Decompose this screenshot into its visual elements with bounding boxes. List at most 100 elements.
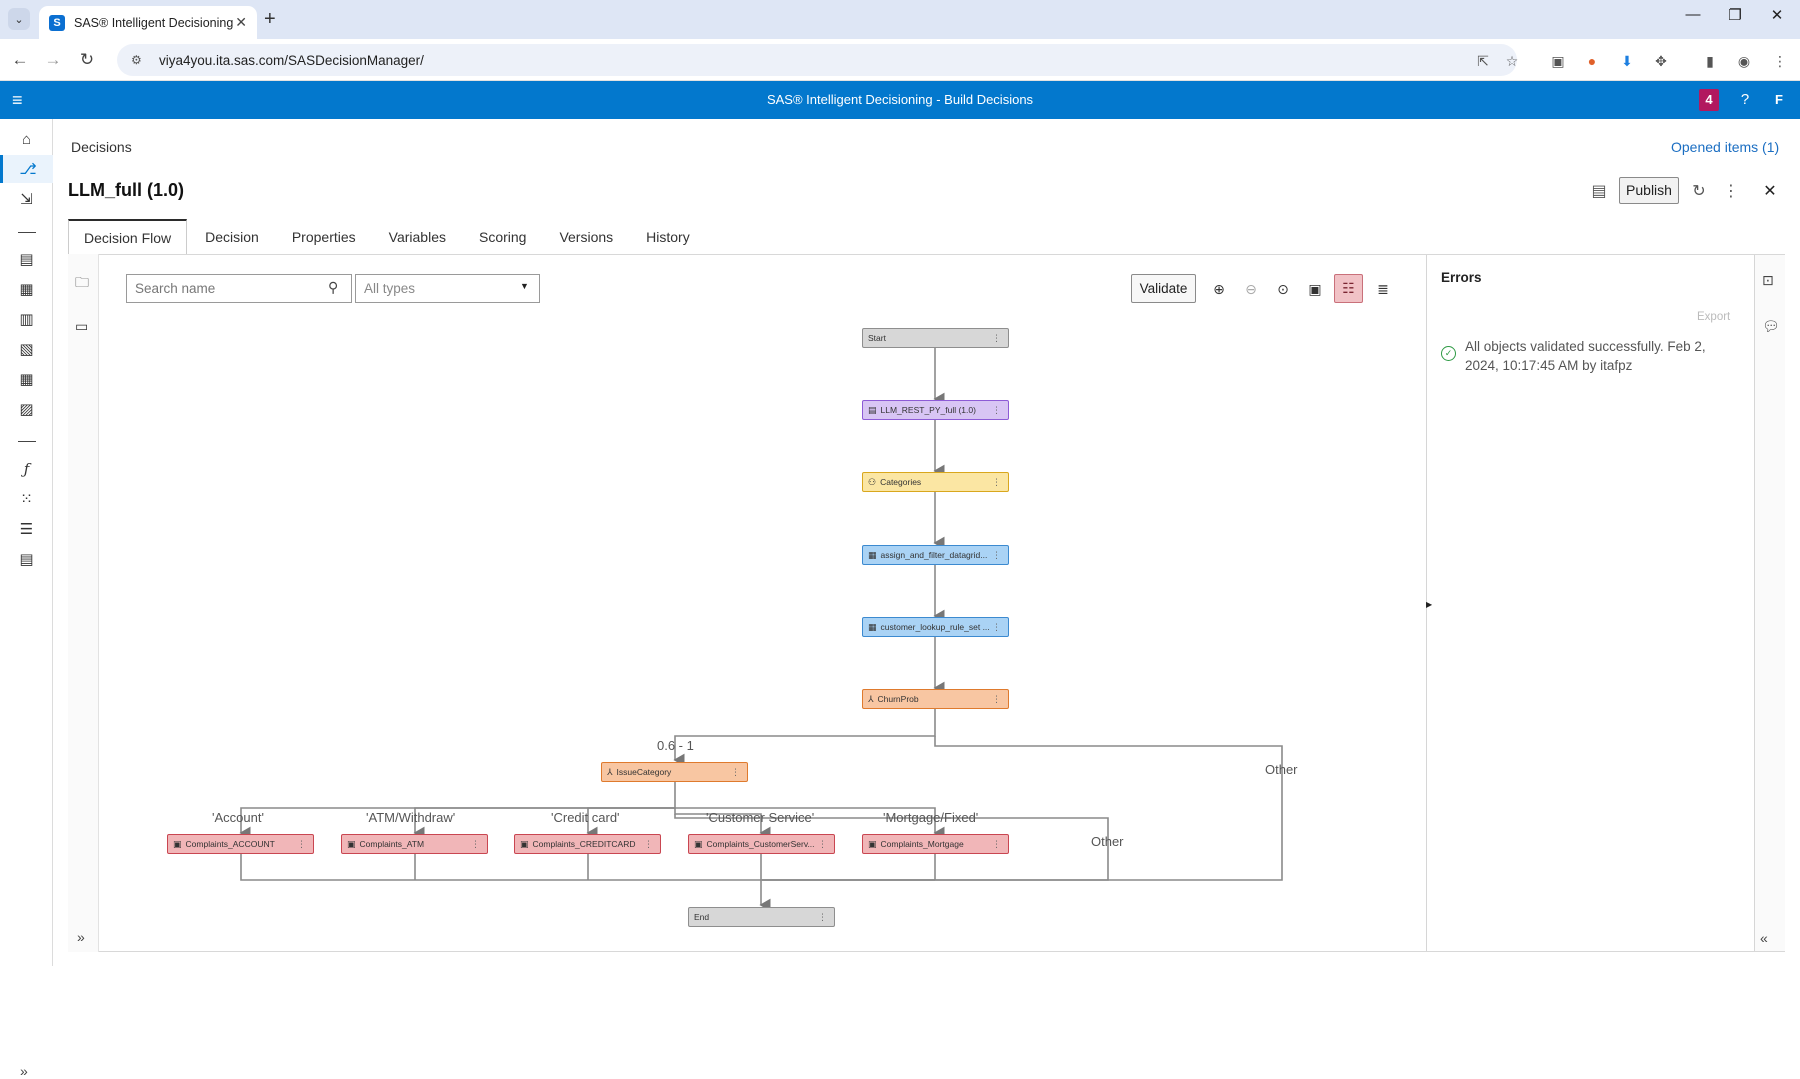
node-menu-icon[interactable]: ⋮ bbox=[644, 839, 653, 850]
breadcrumb[interactable]: Decisions bbox=[71, 139, 132, 155]
type-filter-select[interactable]: All types bbox=[355, 274, 540, 303]
models-nav-icon[interactable]: ▦ bbox=[0, 275, 53, 303]
open-external-icon[interactable]: ⇱ bbox=[1473, 51, 1493, 71]
search-input[interactable]: Search name bbox=[126, 274, 352, 303]
close-tab-icon[interactable]: ✕ bbox=[235, 14, 247, 31]
objects-panel-icon[interactable]: 🗀 bbox=[75, 272, 89, 296]
home-icon[interactable]: ⌂ bbox=[0, 125, 53, 153]
node-menu-icon[interactable]: ⋮ bbox=[992, 333, 1001, 344]
comments-icon[interactable]: 💬︎ bbox=[1762, 318, 1780, 335]
lists-nav-icon[interactable]: ☰ bbox=[0, 515, 53, 543]
tab-properties[interactable]: Properties bbox=[277, 219, 371, 255]
tab-variables[interactable]: Variables bbox=[374, 219, 461, 255]
help-icon[interactable]: ? bbox=[1735, 91, 1755, 108]
back-icon[interactable]: ← bbox=[7, 47, 33, 73]
user-avatar[interactable]: F bbox=[1768, 89, 1790, 111]
reload-icon[interactable]: ↻ bbox=[74, 47, 100, 73]
decisions-nav-icon[interactable]: ⎇ bbox=[0, 155, 53, 183]
node-menu-icon[interactable]: ⋮ bbox=[818, 912, 827, 923]
tab-versions[interactable]: Versions bbox=[544, 219, 628, 255]
node-menu-icon[interactable]: ⋮ bbox=[992, 694, 1001, 705]
code-icon: ▤ bbox=[868, 404, 877, 415]
node-churnprob[interactable]: ⅄ ChurnProb ⋮ bbox=[862, 689, 1009, 709]
close-icon[interactable]: ✕ bbox=[1759, 181, 1781, 201]
code-panel-icon[interactable]: ▭ bbox=[75, 318, 88, 335]
edge-label-atm: 'ATM/Withdraw' bbox=[366, 810, 456, 825]
documents-nav-icon[interactable]: ▨ bbox=[0, 395, 53, 423]
new-tab-icon[interactable]: + bbox=[264, 8, 276, 31]
refresh-icon[interactable]: ↻ bbox=[1688, 181, 1710, 201]
rule-sets-nav-icon[interactable]: ▤ bbox=[0, 245, 53, 273]
validate-button[interactable]: Validate bbox=[1131, 274, 1196, 303]
tab-decision[interactable]: Decision bbox=[190, 219, 274, 255]
branch-icon: ⅄ bbox=[607, 766, 613, 777]
overview-icon[interactable]: ▣ bbox=[1303, 279, 1327, 303]
node-menu-icon[interactable]: ⋮ bbox=[992, 405, 1001, 416]
node-menu-icon[interactable]: ⋮ bbox=[731, 767, 740, 778]
zoom-fit-icon[interactable]: ⊙ bbox=[1271, 279, 1295, 303]
extensions-puzzle-icon[interactable]: ✥ bbox=[1651, 51, 1671, 71]
lookup-tables-nav-icon[interactable]: ▦ bbox=[0, 365, 53, 393]
expand-nav-icon[interactable]: » bbox=[20, 1063, 28, 1079]
notes-icon[interactable]: ▤ bbox=[1588, 181, 1610, 201]
treatments-nav-icon[interactable]: ▧ bbox=[0, 335, 53, 363]
search-icon[interactable]: ⚲ bbox=[328, 279, 338, 296]
node-issuecategory[interactable]: ⅄ IssueCategory ⋮ bbox=[601, 762, 748, 782]
tables-nav-icon[interactable]: ▤ bbox=[0, 545, 53, 573]
more-options-icon[interactable]: ⋮ bbox=[1720, 181, 1742, 201]
download-icon[interactable]: ⬇ bbox=[1617, 51, 1637, 71]
node-assign-and-filter[interactable]: ▦ assign_and_filter_datagrid... ⋮ bbox=[862, 545, 1009, 565]
export-link[interactable]: Export bbox=[1697, 311, 1730, 323]
site-info-icon[interactable]: ⚙ bbox=[131, 53, 147, 67]
errors-panel-icon[interactable]: ⊡ bbox=[1762, 272, 1774, 289]
node-menu-icon[interactable]: ⋮ bbox=[992, 622, 1001, 633]
node-end[interactable]: End ⋮ bbox=[688, 907, 835, 927]
node-llm-rest-py[interactable]: ▤ LLM_REST_PY_full (1.0) ⋮ bbox=[862, 400, 1009, 420]
tab-history[interactable]: History bbox=[631, 219, 705, 255]
node-complaints-creditcard[interactable]: ▣ Complaints_CREDITCARD ⋮ bbox=[514, 834, 661, 854]
bookmark-star-icon[interactable]: ☆ bbox=[1502, 51, 1522, 71]
node-complaints-atm[interactable]: ▣ Complaints_ATM ⋮ bbox=[341, 834, 488, 854]
browser-menu-icon[interactable]: ⋮ bbox=[1770, 51, 1790, 71]
functions-nav-icon[interactable]: ƒ bbox=[0, 455, 53, 483]
extension-icon[interactable]: ▣ bbox=[1548, 51, 1568, 71]
zoom-out-icon[interactable]: ⊖ bbox=[1239, 279, 1263, 303]
node-complaints-account[interactable]: ▣ Complaints_ACCOUNT ⋮ bbox=[167, 834, 314, 854]
forward-icon[interactable]: → bbox=[40, 47, 66, 73]
publish-button[interactable]: Publish bbox=[1619, 177, 1679, 204]
profile-icon[interactable]: ◉ bbox=[1734, 51, 1754, 71]
browser-tab[interactable]: S SAS® Intelligent Decisioning ✕ bbox=[39, 6, 257, 39]
node-menu-icon[interactable]: ⋮ bbox=[297, 839, 306, 850]
publish-nav-icon[interactable]: ⇲ bbox=[0, 185, 53, 213]
app-title: SAS® Intelligent Decisioning - Build Dec… bbox=[766, 92, 1034, 107]
expand-panel-icon[interactable]: » bbox=[77, 929, 85, 945]
tab-scoring[interactable]: Scoring bbox=[464, 219, 541, 255]
tab-search-button[interactable]: ⌄ bbox=[8, 8, 30, 30]
variables-nav-icon[interactable]: ⁙ bbox=[0, 485, 53, 513]
node-customer-lookup[interactable]: ▦ customer_lookup_rule_set ... ⋮ bbox=[862, 617, 1009, 637]
node-start[interactable]: Start ⋮ bbox=[862, 328, 1009, 348]
node-menu-icon[interactable]: ⋮ bbox=[992, 477, 1001, 488]
restore-icon[interactable]: ❐ bbox=[1720, 6, 1750, 24]
layout-toggle-icon[interactable]: ☷ bbox=[1334, 274, 1363, 303]
node-complaints-customerservice[interactable]: ▣ Complaints_CustomerServ... ⋮ bbox=[688, 834, 835, 854]
opened-items-link[interactable]: Opened items (1) bbox=[1671, 139, 1779, 155]
notifications-badge[interactable]: 4 bbox=[1699, 89, 1719, 111]
node-menu-icon[interactable]: ⋮ bbox=[818, 839, 827, 850]
collapse-panel-icon[interactable]: « bbox=[1760, 930, 1768, 946]
node-menu-icon[interactable]: ⋮ bbox=[471, 839, 480, 850]
panel-splitter-icon[interactable]: ▶ bbox=[1426, 600, 1432, 609]
extension-2-icon[interactable]: ● bbox=[1582, 51, 1602, 71]
node-categories[interactable]: ⚇ Categories ⋮ bbox=[862, 472, 1009, 492]
tab-decision-flow[interactable]: Decision Flow bbox=[68, 219, 188, 255]
zoom-in-icon[interactable]: ⊕ bbox=[1207, 279, 1231, 303]
wrap-text-icon[interactable]: ≣ bbox=[1371, 279, 1395, 303]
node-menu-icon[interactable]: ⋮ bbox=[992, 550, 1001, 561]
minimize-icon[interactable]: — bbox=[1678, 6, 1708, 23]
address-bar[interactable]: ⚙ viya4you.ita.sas.com/SASDecisionManage… bbox=[117, 44, 1517, 76]
window-close-icon[interactable]: ✕ bbox=[1762, 6, 1792, 24]
node-menu-icon[interactable]: ⋮ bbox=[992, 839, 1001, 850]
node-complaints-mortgage[interactable]: ▣ Complaints_Mortgage ⋮ bbox=[862, 834, 1009, 854]
side-panel-icon[interactable]: ▮ bbox=[1700, 51, 1720, 71]
code-files-nav-icon[interactable]: ▥ bbox=[0, 305, 53, 333]
